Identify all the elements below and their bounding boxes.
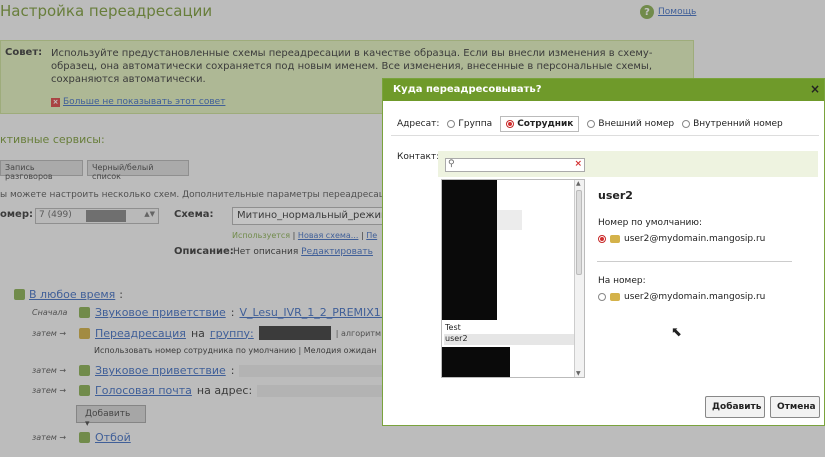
dialog-title: Куда переадресовывать? [393, 84, 542, 95]
list-scrollbar[interactable]: ▲ ▼ [574, 180, 584, 377]
option-label: Внешний номер [598, 119, 675, 129]
sip-icon [610, 235, 620, 243]
contact-list[interactable]: Test user2 ▲ ▼ [441, 179, 585, 378]
contact-search-input[interactable]: ⚲ × [445, 158, 585, 172]
default-number-value: user2@mydomain.mangosip.ru [624, 234, 766, 244]
sip-icon [610, 293, 620, 301]
redacted-mask [497, 210, 522, 230]
radio-icon[interactable] [587, 120, 596, 128]
forward-target-dialog: Куда переадресовывать? × Адресат: Группа… [382, 78, 825, 426]
divider [391, 135, 819, 136]
to-number-label: На номер: [598, 276, 646, 286]
radio-icon[interactable] [447, 120, 456, 128]
contact-label: Контакт: [397, 152, 440, 162]
option-employee[interactable]: Сотрудник [500, 116, 580, 132]
to-number-option[interactable]: user2@mydomain.mangosip.ru [598, 292, 765, 302]
divider [597, 261, 792, 262]
default-number-option[interactable]: user2@mydomain.mangosip.ru [598, 234, 765, 244]
default-number-label: Номер по умолчанию: [598, 218, 702, 228]
search-icon: ⚲ [448, 159, 455, 169]
clear-icon[interactable]: × [574, 159, 582, 169]
scroll-down-icon[interactable]: ▼ [576, 370, 581, 377]
option-label: Внутренний номер [693, 119, 783, 129]
option-external-number[interactable]: Внешний номер [587, 119, 674, 129]
contact-name: user2 [598, 189, 633, 202]
add-button[interactable]: Добавить [705, 396, 765, 418]
addressee-label: Адресат: [397, 119, 440, 129]
radio-icon[interactable] [598, 293, 606, 301]
option-label: Группа [458, 119, 493, 129]
radio-icon[interactable] [598, 235, 606, 243]
option-label: Сотрудник [517, 119, 574, 129]
scroll-up-icon[interactable]: ▲ [576, 180, 581, 187]
radio-icon[interactable] [682, 120, 691, 128]
cancel-button[interactable]: Отмена [770, 396, 820, 418]
list-item-selected[interactable]: user2 [444, 334, 574, 345]
redacted-mask [442, 180, 497, 320]
dialog-header: Куда переадресовывать? × [383, 79, 824, 101]
scroll-thumb[interactable] [576, 190, 582, 275]
list-item[interactable]: Test [444, 323, 574, 334]
redacted-mask [442, 347, 510, 377]
close-icon[interactable]: × [810, 82, 820, 96]
to-number-value: user2@mydomain.mangosip.ru [624, 292, 766, 302]
option-internal-number[interactable]: Внутренний номер [682, 119, 783, 129]
radio-icon[interactable] [506, 120, 515, 128]
option-group[interactable]: Группа [447, 119, 492, 129]
addressee-row: Адресат: Группа Сотрудник Внешний номер … [397, 116, 783, 132]
mouse-cursor-icon: ⬉ [671, 325, 682, 340]
